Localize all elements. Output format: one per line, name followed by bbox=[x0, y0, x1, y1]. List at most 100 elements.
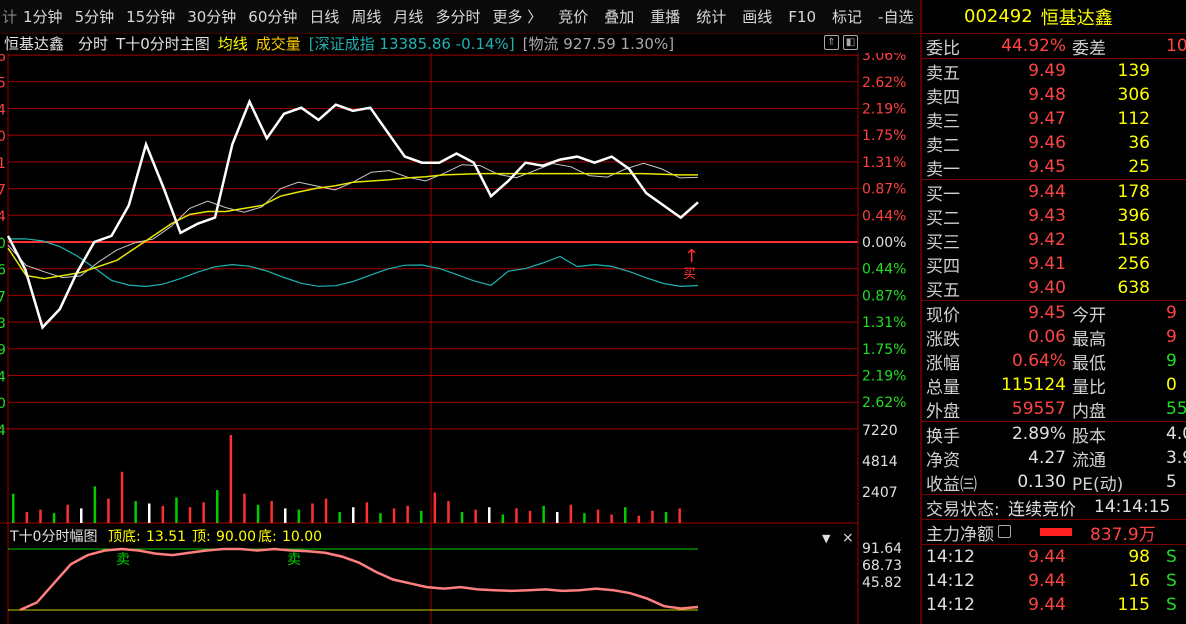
draw-line-button[interactable]: 画线 bbox=[736, 6, 778, 27]
bid-row[interactable]: 买四 9.41 256 bbox=[922, 252, 1186, 277]
bid-label: 买三 bbox=[926, 232, 960, 253]
trade-time: 14:14:15 bbox=[1094, 497, 1171, 517]
chart-view-label[interactable]: 分时 bbox=[68, 33, 112, 54]
tab-5min[interactable]: 5分钟 bbox=[69, 6, 121, 27]
main-net-value: 837.9万 bbox=[1090, 524, 1156, 545]
volume-bar bbox=[243, 493, 246, 523]
bid-label: 买四 bbox=[926, 256, 960, 277]
volume-bar bbox=[256, 504, 260, 523]
bid-row[interactable]: 买五 9.40 638 bbox=[922, 276, 1186, 301]
trade-state-value: 连续竞价 bbox=[1008, 499, 1076, 520]
bid-row[interactable]: 买一 9.44 178 bbox=[922, 180, 1186, 205]
ask-label: 卖四 bbox=[926, 87, 960, 108]
pct-up-label: 1.75% bbox=[862, 128, 906, 144]
statistics-button[interactable]: 统计 bbox=[690, 6, 732, 27]
bid-volume: 396 bbox=[1117, 206, 1150, 226]
ask-price: 9.47 bbox=[1028, 109, 1066, 129]
f10-button[interactable]: F10 bbox=[782, 8, 822, 26]
chart-mode-label[interactable]: T十0分时主图 bbox=[112, 33, 214, 54]
auction-button[interactable]: 竞价 bbox=[552, 6, 594, 27]
trade-state-section: 交易状态: 连续竞价 14:14:15 bbox=[922, 494, 1186, 520]
volume-bar bbox=[406, 505, 409, 523]
left-edge-digit: 4 bbox=[0, 102, 6, 118]
tick-row[interactable]: 14:12 9.44 115 S bbox=[922, 593, 1186, 617]
mark-button[interactable]: 标记 bbox=[826, 6, 868, 27]
price-stats: 现价 9.45 今开 9 涨跌 0.06 最高 9 涨幅 0.64% 最低 9 总量 115124 量比 0 外… bbox=[922, 300, 1186, 422]
stat-value: 9.45 bbox=[1028, 303, 1066, 323]
tab-monthly[interactable]: 月线 bbox=[387, 6, 429, 27]
fundamental-label-2: 股本 bbox=[1072, 426, 1106, 447]
tick-row[interactable]: 14:12 9.44 98 S bbox=[922, 545, 1186, 569]
sell-marker: 卖 bbox=[116, 552, 130, 568]
more-menu-button[interactable]: 更多 〉 bbox=[486, 6, 548, 27]
tab-weekly[interactable]: 周线 bbox=[345, 6, 387, 27]
ask-row[interactable]: 卖五 9.49 139 bbox=[922, 59, 1186, 84]
stat-label: 涨跌 bbox=[926, 329, 960, 350]
tab-multi-intraday[interactable]: 多分时 bbox=[429, 6, 486, 27]
pct-up-label: 2.62% bbox=[862, 75, 906, 91]
volume-bar bbox=[569, 504, 573, 523]
bid-price: 9.40 bbox=[1028, 278, 1066, 298]
left-edge-digit: 6 bbox=[0, 53, 6, 65]
stat-row: 现价 9.45 今开 9 bbox=[922, 301, 1186, 326]
volume-tick-label: 2407 bbox=[862, 485, 898, 501]
ask-row[interactable]: 卖一 9.45 25 bbox=[922, 155, 1186, 180]
tab-30min[interactable]: 30分钟 bbox=[181, 6, 242, 27]
volume-bar bbox=[80, 508, 83, 523]
ask-row[interactable]: 卖三 9.47 112 bbox=[922, 107, 1186, 132]
fundamental-value: 0.130 bbox=[1017, 472, 1066, 492]
volume-bar bbox=[556, 512, 559, 523]
ask-row[interactable]: 卖二 9.46 36 bbox=[922, 131, 1186, 156]
intraday-chart[interactable]: 3.06% 2.62% 2.19% 1.75% 1.31% 0.87% 0.44% 0.00%… bbox=[0, 53, 920, 624]
replay-button[interactable]: 重播 bbox=[644, 6, 686, 27]
tick-volume: 16 bbox=[1128, 571, 1150, 591]
stat-label-2: 今开 bbox=[1072, 305, 1106, 326]
volume-bar bbox=[52, 513, 56, 523]
bid-book: 买一 9.44 178 买二 9.43 396 买三 9.42 158 买四 9.41 256 买五 9.… bbox=[922, 179, 1186, 301]
overlay-button[interactable]: 叠加 bbox=[598, 6, 640, 27]
reference-line bbox=[7, 162, 699, 279]
left-edge-digit: 3 bbox=[0, 316, 6, 332]
weicha-value: 10 bbox=[1166, 36, 1186, 56]
bid-volume: 158 bbox=[1117, 230, 1150, 250]
sub-chart-title: T十0分时幅图 bbox=[9, 529, 97, 545]
tab-1min[interactable]: 1分钟 bbox=[17, 6, 69, 27]
stat-label: 总量 bbox=[926, 377, 960, 398]
volume-bar bbox=[433, 492, 437, 523]
weicha-label: 委差 bbox=[1072, 38, 1106, 59]
pct-up-label: 0.44% bbox=[862, 208, 906, 224]
tick-time: 14:12 bbox=[926, 571, 975, 591]
bid-label: 买五 bbox=[926, 280, 960, 301]
sell-marker: 卖 bbox=[287, 552, 301, 568]
panel-toggle-icon[interactable]: ◧ bbox=[843, 35, 858, 50]
sub-tick-label: 91.64 bbox=[862, 541, 902, 557]
ask-volume: 112 bbox=[1117, 109, 1150, 129]
bid-row[interactable]: 买二 9.43 396 bbox=[922, 204, 1186, 229]
chart-header-icons: ⇑ ◧ bbox=[824, 35, 858, 50]
fundamental-value-2: 5 bbox=[1166, 472, 1177, 492]
tab-daily[interactable]: 日线 bbox=[303, 6, 345, 27]
remove-watchlist-button[interactable]: -自选 bbox=[872, 6, 919, 27]
fundamental-row: 换手 2.89% 股本 4.0 bbox=[922, 422, 1186, 447]
tick-row[interactable]: 14:12 9.44 16 S bbox=[922, 569, 1186, 593]
volume-bar bbox=[188, 507, 192, 523]
tick-volume: 115 bbox=[1117, 595, 1150, 615]
left-edge-digit: 5 bbox=[0, 76, 6, 92]
bid-row[interactable]: 买三 9.42 158 bbox=[922, 228, 1186, 253]
bid-price: 9.44 bbox=[1028, 182, 1066, 202]
tab-15min[interactable]: 15分钟 bbox=[120, 6, 181, 27]
fundamental-row: 净资 4.27 流通 3.9 bbox=[922, 446, 1186, 471]
stat-value-2: 555 bbox=[1166, 399, 1186, 419]
tick-list[interactable]: 14:12 9.44 98 S 14:12 9.44 16 S 14:12 9.44 115 S bbox=[922, 544, 1186, 617]
volume-bar bbox=[216, 490, 219, 523]
ask-price: 9.49 bbox=[1028, 61, 1066, 81]
stat-row: 外盘 59557 内盘 555 bbox=[922, 397, 1186, 422]
tab-60min[interactable]: 60分钟 bbox=[242, 6, 303, 27]
collapse-up-icon[interactable]: ⇑ bbox=[824, 35, 839, 50]
list-icon[interactable] bbox=[998, 525, 1011, 538]
ask-row[interactable]: 卖四 9.48 306 bbox=[922, 83, 1186, 108]
volume-bar bbox=[352, 507, 355, 523]
ask-label: 卖一 bbox=[926, 159, 960, 180]
volume-bar bbox=[161, 505, 165, 523]
pct-up-label: 0.87% bbox=[862, 182, 906, 198]
